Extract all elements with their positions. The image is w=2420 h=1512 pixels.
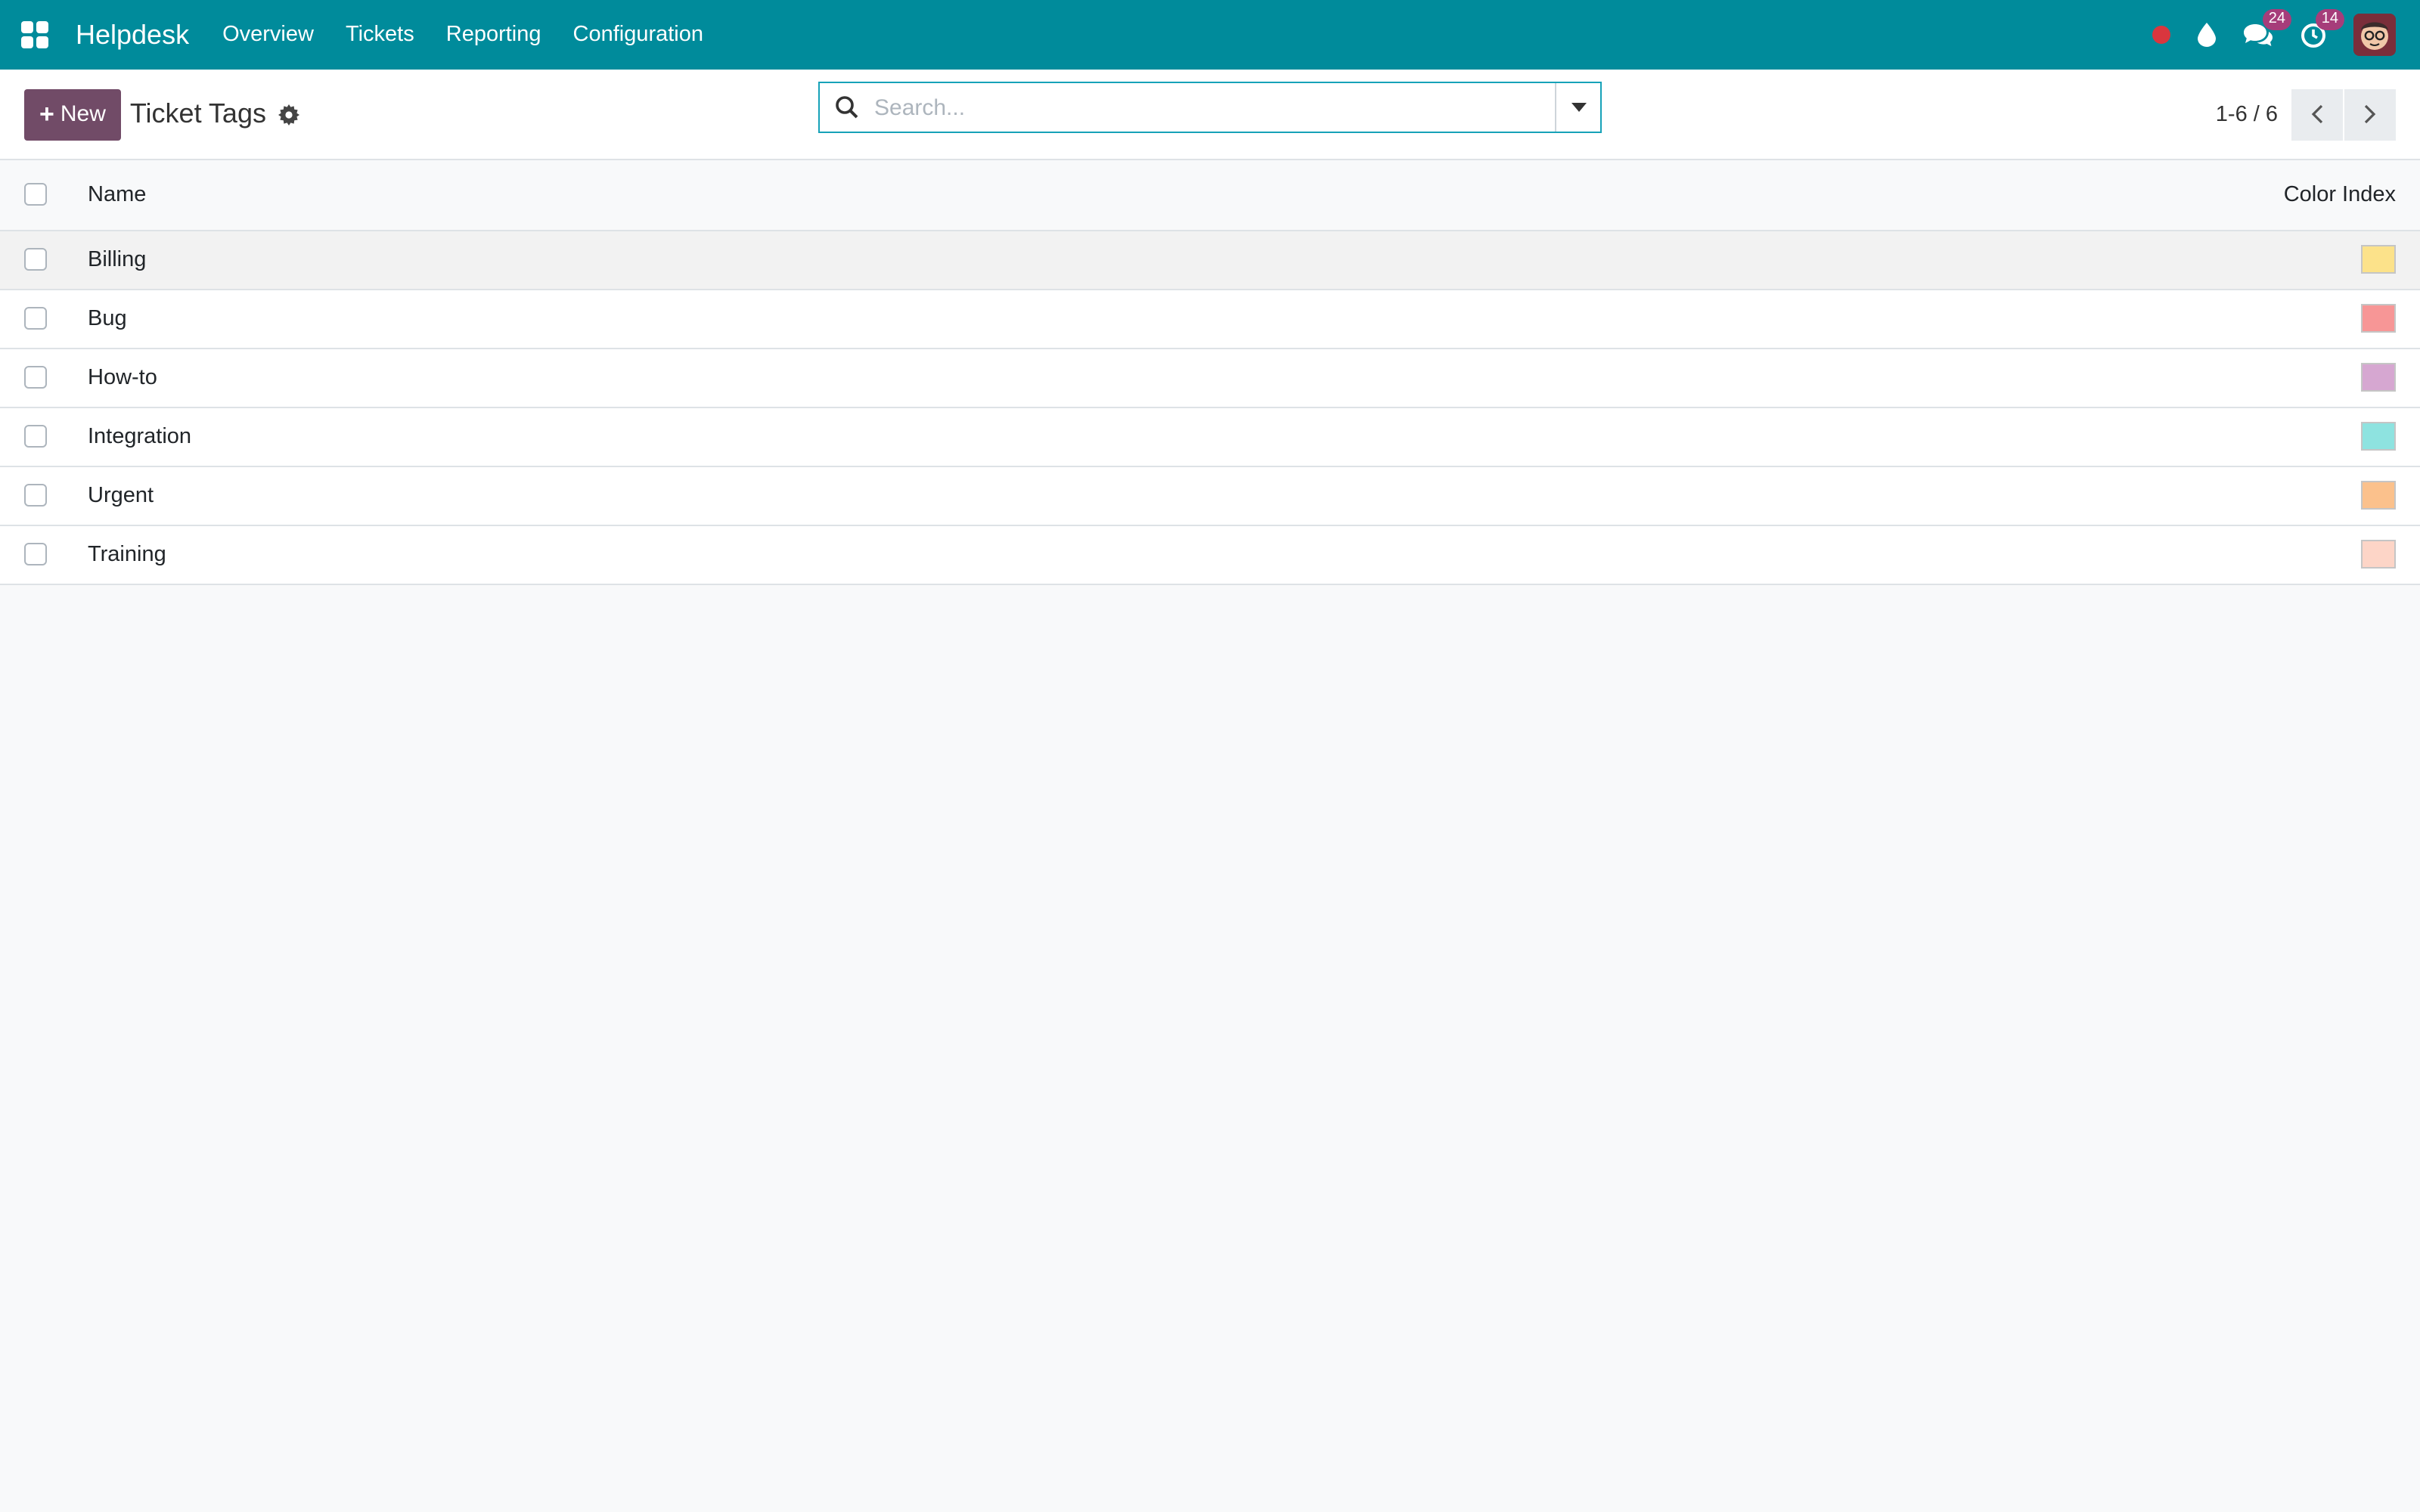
- search-bar: [818, 82, 1602, 133]
- systray: 24 14: [2152, 8, 2396, 56]
- menu-configuration[interactable]: Configuration: [573, 23, 704, 47]
- plus-icon: +: [39, 99, 54, 128]
- messages-count-badge: 24: [2262, 9, 2291, 30]
- table-row[interactable]: Billing: [0, 230, 2420, 289]
- record-dot-icon: [2152, 26, 2170, 44]
- color-index-cell: [1095, 230, 2420, 289]
- main-menu: Overview Tickets Reporting Configuration: [222, 23, 703, 47]
- user-avatar-icon: [2353, 14, 2396, 56]
- menu-overview[interactable]: Overview: [222, 23, 314, 47]
- color-swatch[interactable]: [2361, 304, 2396, 333]
- color-index-cell: [1095, 466, 2420, 525]
- column-header-color-index[interactable]: Color Index: [1095, 160, 2420, 230]
- row-select-cell: [0, 230, 88, 289]
- activities-count-badge: 14: [2315, 8, 2344, 29]
- tag-name[interactable]: How-to: [88, 348, 1095, 407]
- color-index-cell: [1095, 348, 2420, 407]
- table-row[interactable]: Urgent: [0, 466, 2420, 525]
- chevron-left-icon: [2311, 104, 2323, 124]
- color-index-cell: [1095, 407, 2420, 466]
- row-checkbox[interactable]: [24, 484, 47, 507]
- row-select-cell: [0, 289, 88, 348]
- pager: 1-6 / 6: [2216, 88, 2396, 140]
- search-input[interactable]: [874, 94, 1555, 120]
- color-swatch[interactable]: [2361, 422, 2396, 451]
- page-title: Ticket Tags: [129, 98, 266, 129]
- top-navbar: Helpdesk Overview Tickets Reporting Conf…: [0, 0, 2420, 70]
- color-index-cell: [1095, 525, 2420, 584]
- user-avatar[interactable]: [2353, 14, 2396, 56]
- tag-name[interactable]: Urgent: [88, 466, 1095, 525]
- water-drop-button[interactable]: [2198, 23, 2216, 47]
- row-checkbox[interactable]: [24, 425, 47, 448]
- app-root: Helpdesk Overview Tickets Reporting Conf…: [0, 0, 2420, 1512]
- pager-previous-button[interactable]: [2291, 88, 2343, 140]
- activities-button[interactable]: 14: [2301, 8, 2344, 48]
- select-all-checkbox[interactable]: [24, 183, 47, 206]
- tag-name[interactable]: Training: [88, 525, 1095, 584]
- messages-button[interactable]: 24: [2243, 9, 2291, 47]
- color-swatch[interactable]: [2361, 481, 2396, 510]
- row-checkbox[interactable]: [24, 543, 47, 566]
- recording-indicator[interactable]: [2152, 26, 2170, 44]
- table-row[interactable]: Training: [0, 525, 2420, 584]
- row-checkbox[interactable]: [24, 307, 47, 330]
- table-row[interactable]: Bug: [0, 289, 2420, 348]
- color-swatch[interactable]: [2361, 363, 2396, 392]
- search-icon: [835, 95, 859, 119]
- new-button-label: New: [60, 101, 106, 127]
- pager-value[interactable]: 1-6 / 6: [2216, 102, 2278, 126]
- color-swatch[interactable]: [2361, 540, 2396, 569]
- row-select-cell: [0, 407, 88, 466]
- ticket-tags-list: Name Color Index Billing Bug How-to Integra…: [0, 160, 2420, 584]
- caret-down-icon: [1571, 103, 1586, 112]
- actions-gear-button[interactable]: [278, 104, 299, 125]
- new-button[interactable]: + New: [24, 88, 121, 140]
- menu-tickets[interactable]: Tickets: [346, 23, 414, 47]
- tag-name[interactable]: Integration: [88, 407, 1095, 466]
- row-select-cell: [0, 348, 88, 407]
- control-panel: + New Ticket Tags Search... 1-6 / 6: [0, 70, 2420, 160]
- column-header-name[interactable]: Name: [88, 160, 1095, 230]
- color-swatch[interactable]: [2361, 245, 2396, 274]
- gear-icon: [278, 104, 299, 125]
- search-options-toggle[interactable]: [1555, 83, 1600, 132]
- row-checkbox[interactable]: [24, 248, 47, 271]
- table-body: Billing Bug How-to Integration Urgent Trainin…: [0, 230, 2420, 584]
- menu-reporting[interactable]: Reporting: [446, 23, 541, 47]
- chevron-right-icon: [2364, 104, 2376, 124]
- row-select-cell: [0, 525, 88, 584]
- app-menu-icon[interactable]: [21, 21, 48, 48]
- table-row[interactable]: Integration: [0, 407, 2420, 466]
- table-row[interactable]: How-to: [0, 348, 2420, 407]
- color-index-cell: [1095, 289, 2420, 348]
- tag-name[interactable]: Billing: [88, 230, 1095, 289]
- water-drop-icon: [2198, 23, 2216, 47]
- tag-name[interactable]: Bug: [88, 289, 1095, 348]
- pager-next-button[interactable]: [2344, 88, 2396, 140]
- table-header-row: Name Color Index: [0, 160, 2420, 230]
- app-brand[interactable]: Helpdesk: [76, 19, 189, 51]
- select-all-cell: [0, 160, 88, 230]
- row-checkbox[interactable]: [24, 366, 47, 389]
- row-select-cell: [0, 466, 88, 525]
